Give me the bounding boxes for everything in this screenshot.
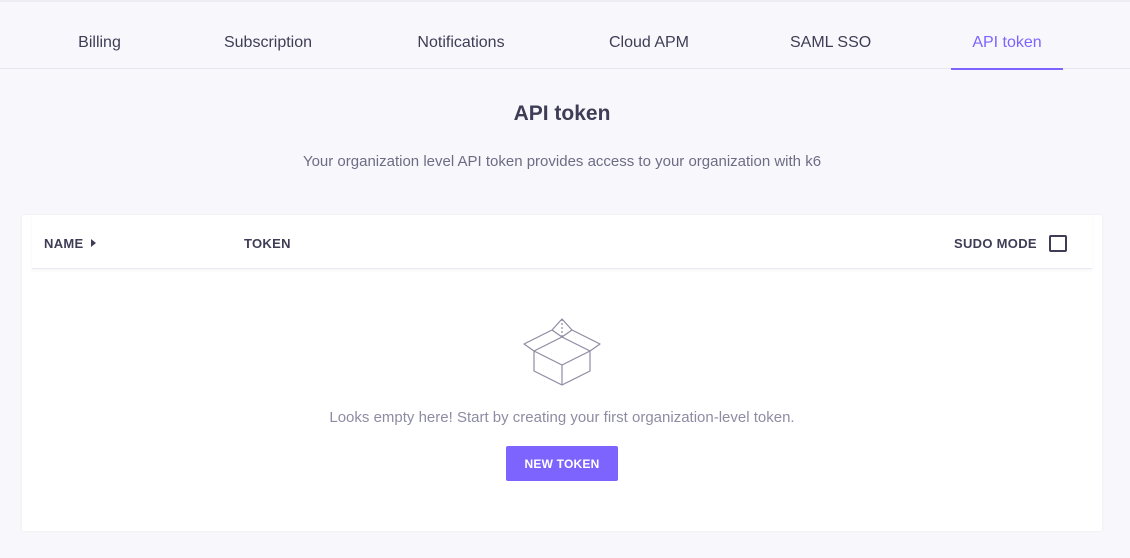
sudo-mode-checkbox[interactable]	[1049, 235, 1067, 252]
caret-right-icon	[91, 239, 97, 247]
tab-billing[interactable]: Billing	[77, 34, 122, 69]
table-header: NAME TOKEN SUDO MODE	[32, 215, 1092, 269]
page-title: API token	[513, 102, 611, 125]
api-token-table: NAME TOKEN SUDO MODE Looks empty here! S…	[22, 215, 1102, 531]
column-header-sudo-mode: SUDO MODE	[954, 236, 1037, 251]
tab-cloud-apm[interactable]: Cloud APM	[607, 34, 691, 69]
new-token-button[interactable]: NEW TOKEN	[506, 446, 618, 481]
column-header-name[interactable]: NAME	[44, 236, 97, 251]
tab-subscription[interactable]: Subscription	[222, 34, 314, 69]
page-subtitle: Your organization level API token provid…	[302, 153, 822, 170]
column-header-token: TOKEN	[244, 236, 291, 251]
empty-box-icon	[523, 318, 601, 386]
column-header-name-label: NAME	[44, 236, 84, 251]
tab-notifications[interactable]: Notifications	[414, 34, 508, 69]
empty-state-message: Looks empty here! Start by creating your…	[329, 409, 795, 426]
tab-saml-sso[interactable]: SAML SSO	[790, 34, 871, 69]
tab-api-token[interactable]: API token	[951, 34, 1063, 70]
settings-tabs: Billing Subscription Notifications Cloud…	[0, 0, 1130, 70]
